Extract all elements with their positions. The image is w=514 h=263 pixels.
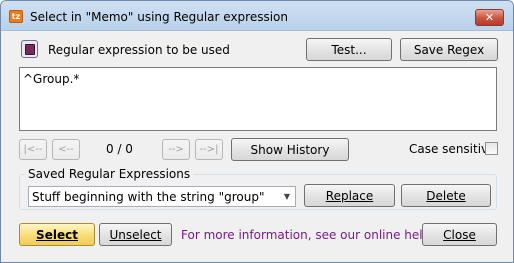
select-button-label: Select [36, 227, 78, 242]
previous-match-button[interactable]: <-- [52, 139, 80, 160]
saved-regex-selected: Stuff beginning with the string "group" [32, 190, 265, 204]
title-bar[interactable]: tz Select in "Memo" using Regular expres… [1, 1, 513, 31]
regex-label: Regular expression to be used [48, 43, 230, 57]
match-counter: 0 / 0 [106, 142, 133, 156]
saved-regex-select[interactable]: Stuff beginning with the string "group" … [28, 186, 296, 207]
close-button-label: Close [443, 227, 476, 242]
delete-button-label: Delete [426, 188, 466, 203]
replace-button-label: Replace [325, 188, 374, 203]
last-match-button[interactable]: -->| [195, 139, 223, 160]
chevron-down-icon[interactable]: ▼ [279, 187, 295, 206]
select-button[interactable]: Select [19, 223, 95, 246]
close-button[interactable]: Close [422, 223, 497, 246]
regex-input[interactable]: ^Group.* [19, 67, 497, 131]
unselect-button[interactable]: Unselect [99, 223, 172, 246]
case-sensitive-checkbox[interactable] [485, 142, 498, 155]
delete-button[interactable]: Delete [401, 184, 491, 207]
window-title: Select in "Memo" using Regular expressio… [30, 10, 289, 24]
first-match-button[interactable]: |<-- [19, 139, 47, 160]
case-sensitive-label: Case sensitive [409, 142, 496, 156]
test-button[interactable]: Test... [306, 38, 392, 61]
regex-book-icon [21, 40, 38, 58]
window-close-button[interactable]: ✕ [475, 9, 504, 26]
replace-button[interactable]: Replace [304, 184, 395, 207]
app-icon: tz [9, 10, 23, 23]
save-regex-button[interactable]: Save Regex [400, 38, 498, 61]
online-help-link[interactable]: For more information, see our online hel… [181, 228, 446, 242]
show-history-button[interactable]: Show History [231, 138, 349, 161]
dialog-window: tz Select in "Memo" using Regular expres… [0, 0, 514, 263]
saved-regex-group-title: Saved Regular Expressions [25, 167, 194, 181]
unselect-button-label: Unselect [109, 227, 162, 242]
next-match-button[interactable]: --> [162, 139, 190, 160]
